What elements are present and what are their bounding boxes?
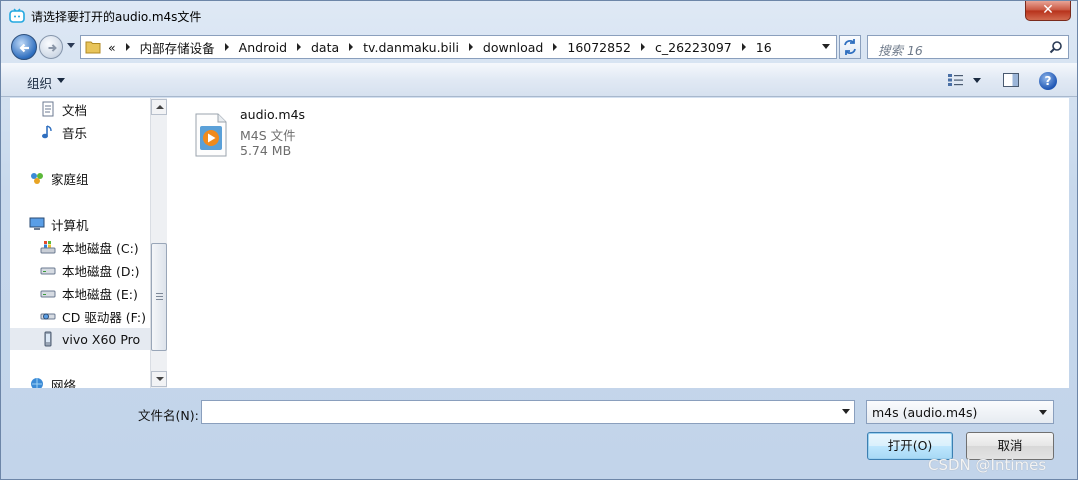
help-button[interactable]: ? [1039,72,1057,90]
chevron-right-icon[interactable] [553,43,558,51]
folder-icon [85,41,101,54]
chevron-right-icon[interactable] [741,43,746,51]
scrollbar-thumb[interactable] [151,243,167,351]
chevron-down-icon[interactable] [973,78,981,83]
file-type: M4S 文件 [240,128,296,143]
preview-pane-icon[interactable] [1003,73,1019,87]
breadcrumb-video-id[interactable]: 16072852 [564,40,634,55]
file-item[interactable]: audio.m4s M4S 文件 5.74 MB [192,106,352,160]
search-placeholder: 搜索 16 [878,43,923,58]
breadcrumb-android[interactable]: Android [236,40,290,55]
navigation-bar: « 内部存储设备 Android data tv.danmaku.bili do… [1,31,1077,63]
chevron-right-icon[interactable] [468,43,473,51]
file-open-dialog: 请选择要打开的audio.m4s文件 ✕ « 内部存储设备 Android da… [0,0,1078,480]
app-icon [9,8,25,24]
drive-icon [40,290,56,298]
forward-button[interactable] [39,35,63,59]
file-name: audio.m4s [240,107,306,122]
nav-item-label: 本地磁盘 (C:) [62,240,139,256]
command-bar: 组织 ? [1,63,1077,97]
scroll-up-button[interactable] [151,99,167,115]
nav-pane-scrollbar[interactable] [150,98,167,388]
chevron-right-icon[interactable] [224,43,229,51]
refresh-button[interactable] [839,35,861,59]
breadcrumb-data[interactable]: data [308,40,342,55]
nav-item-label: 文档 [62,102,88,118]
search-icon[interactable] [1049,40,1063,54]
back-button[interactable] [11,34,37,60]
phone-icon [44,331,52,347]
search-box[interactable]: 搜索 16 [867,35,1069,59]
file-size: 5.74 MB [240,143,292,158]
arrow-left-icon [19,43,29,53]
window-title: 请选择要打开的audio.m4s文件 [31,10,202,24]
filename-input[interactable] [201,400,855,424]
music-icon [42,125,52,139]
network-icon [31,378,43,388]
nav-item-label: vivo X60 Pro [62,331,141,347]
nav-item-drive-e[interactable]: 本地磁盘 (E:) [10,282,150,304]
nav-item-label: 网络 [51,377,77,389]
nav-item-cd-drive[interactable]: CD 驱动器 (F:) 互 [10,305,150,327]
filename-label: 文件名(N): [138,408,199,423]
chevron-right-icon[interactable] [349,43,354,51]
nav-item-documents[interactable]: 文档 [10,98,150,120]
organize-menu[interactable]: 组织 [27,73,52,92]
chevron-down-icon[interactable] [1039,410,1047,415]
computer-icon [29,217,45,230]
nav-item-drive-d[interactable]: 本地磁盘 (D:) [10,259,150,281]
title-bar[interactable]: 请选择要打开的audio.m4s文件 ✕ [1,1,1077,31]
nav-item-label: 音乐 [62,125,88,141]
file-type-select[interactable]: m4s (audio.m4s) [866,400,1054,424]
file-type-filter-value: m4s (audio.m4s) [872,405,978,420]
file-list[interactable]: audio.m4s M4S 文件 5.74 MB [168,98,1069,388]
breadcrumb-cid[interactable]: c_26223097 [652,40,735,55]
navigation-pane[interactable]: 文档 音乐 家庭组 计算机 本地磁盘 (C:) 本地磁盘 (D:) 本地磁盘 (… [10,98,150,388]
chevron-right-icon[interactable] [297,43,301,51]
chevron-right-icon[interactable] [125,43,130,51]
chevron-down-icon[interactable] [57,78,65,83]
refresh-icon [844,39,856,55]
nav-item-drive-c[interactable]: 本地磁盘 (C:) [10,236,150,258]
content-area: 文档 音乐 家庭组 计算机 本地磁盘 (C:) 本地磁盘 (D:) 本地磁盘 (… [10,98,1069,388]
address-bar[interactable]: « 内部存储设备 Android data tv.danmaku.bili do… [80,35,837,59]
nav-item-music[interactable]: 音乐 [10,121,150,143]
arrow-right-icon [48,44,57,52]
breadcrumb-download[interactable]: download [480,40,546,55]
breadcrumb-package[interactable]: tv.danmaku.bili [360,40,462,55]
nav-item-label: CD 驱动器 (F:) 互 [62,309,150,325]
nav-item-label: 本地磁盘 (E:) [62,286,138,302]
address-dropdown-icon[interactable] [822,44,830,49]
homegroup-icon [31,173,43,184]
documents-icon [42,101,54,117]
recent-locations-dropdown[interactable] [67,43,75,48]
scroll-down-button[interactable] [151,371,167,387]
watermark: CSDN @Intimes [928,456,1047,474]
system-drive-icon [40,241,56,254]
close-button[interactable]: ✕ [1025,1,1071,21]
nav-item-label: 计算机 [51,217,89,233]
nav-item-phone[interactable]: vivo X60 Pro [10,328,150,350]
nav-item-label: 本地磁盘 (D:) [62,263,140,279]
nav-item-homegroup[interactable]: 家庭组 [10,167,150,189]
chevron-right-icon[interactable] [641,43,645,51]
nav-item-label: 家庭组 [51,171,89,187]
breadcrumb-internal-storage[interactable]: 内部存储设备 [137,38,218,57]
cd-drive-icon [40,313,56,320]
nav-item-computer[interactable]: 计算机 [10,213,150,235]
breadcrumb-current[interactable]: 16 [753,40,775,55]
drive-icon [40,267,56,275]
nav-item-network[interactable]: 网络 [10,373,150,388]
grip-icon [156,293,163,300]
view-options-icon[interactable] [947,73,965,87]
media-file-icon [195,113,227,157]
filename-dropdown-icon[interactable] [842,409,850,414]
breadcrumb-overflow[interactable]: « [105,40,119,55]
